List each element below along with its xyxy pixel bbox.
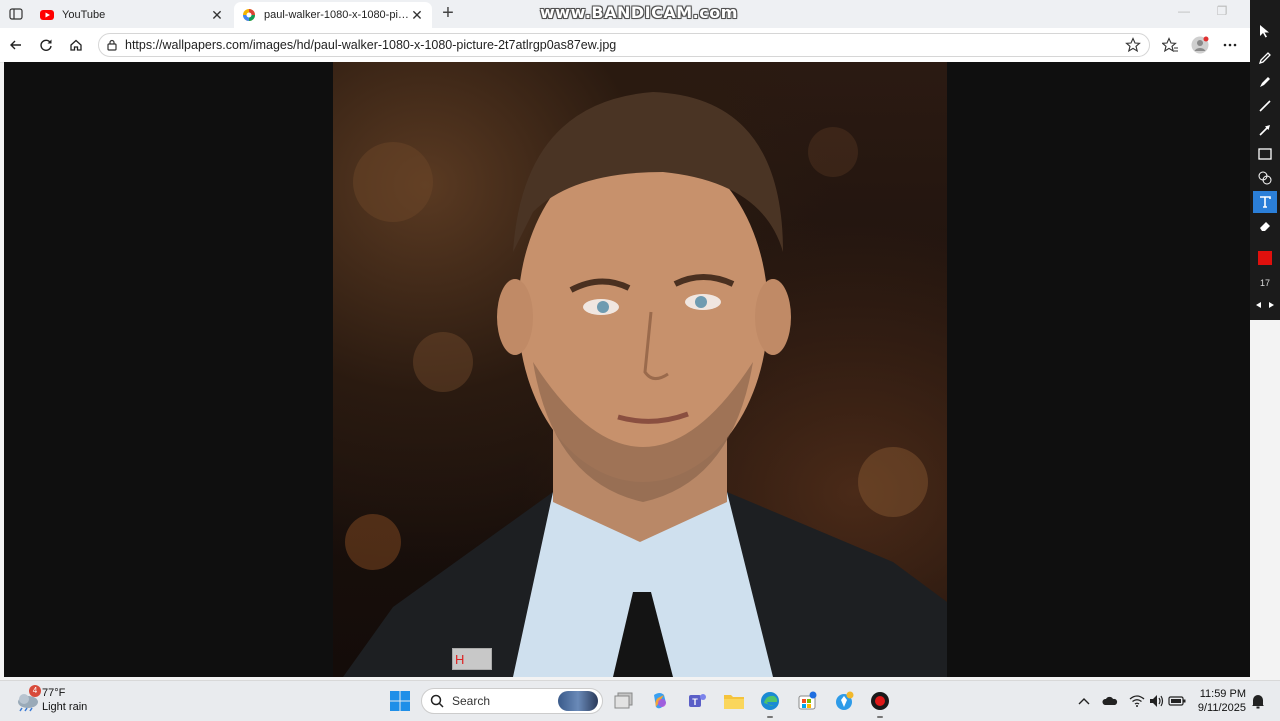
weather-desc: Light rain xyxy=(42,701,88,713)
search-highlight-image xyxy=(558,691,598,711)
weather-temp: 77°F xyxy=(42,687,66,699)
numbering-tool-icon[interactable] xyxy=(1253,167,1277,189)
notifications-icon[interactable] xyxy=(1249,692,1267,710)
refresh-icon[interactable] xyxy=(36,35,56,55)
annotation-text-box[interactable]: H xyxy=(452,648,492,670)
tab-wallpaper[interactable]: paul-walker-1080-x-1080-picture ✕ xyxy=(234,2,432,28)
search-icon xyxy=(430,694,444,708)
taskbar-search[interactable]: Search xyxy=(421,688,603,714)
wifi-icon[interactable] xyxy=(1128,692,1146,710)
maximize-icon[interactable]: ❐ xyxy=(1210,4,1234,24)
more-options-icon[interactable] xyxy=(1220,35,1240,55)
rectangle-tool-icon[interactable] xyxy=(1253,143,1277,165)
show-hidden-icons-icon[interactable] xyxy=(1075,692,1093,710)
new-tab-button[interactable]: + xyxy=(438,3,458,24)
text-tool-icon[interactable] xyxy=(1253,191,1277,213)
cursor-tool-icon[interactable] xyxy=(1253,20,1277,42)
windows-start-icon[interactable] xyxy=(389,690,411,712)
weather-alert-badge: 4 xyxy=(29,685,41,697)
file-explorer-icon[interactable] xyxy=(722,689,746,713)
home-icon[interactable] xyxy=(66,35,86,55)
wallpapers-icon xyxy=(243,9,255,21)
color-swatch[interactable] xyxy=(1258,251,1272,265)
volume-icon[interactable] xyxy=(1148,692,1166,710)
youtube-icon xyxy=(40,10,54,20)
bandicam-record-icon[interactable] xyxy=(868,689,892,718)
annotation-text: H xyxy=(455,652,465,667)
image-viewport: H xyxy=(4,62,1250,677)
arrow-tool-icon[interactable] xyxy=(1253,119,1277,141)
task-view-icon[interactable] xyxy=(612,689,636,713)
onedrive-icon[interactable] xyxy=(1101,692,1119,710)
edge-browser-icon[interactable] xyxy=(758,689,782,718)
search-label: Search xyxy=(452,694,491,708)
portrait-illustration xyxy=(343,92,947,677)
copilot-icon[interactable] xyxy=(648,689,672,713)
minimize-icon[interactable]: — xyxy=(1172,4,1196,24)
tab-title: paul-walker-1080-x-1080-picture xyxy=(264,9,410,21)
browser-toolbar: https://wallpapers.com/images/hd/paul-wa… xyxy=(0,28,1250,63)
system-clock[interactable]: 11:59 PM 9/11/2025 xyxy=(1190,687,1246,715)
clock-date: 9/11/2025 xyxy=(1197,702,1246,714)
line-tool-icon[interactable] xyxy=(1253,95,1277,117)
close-tab-icon[interactable]: ✕ xyxy=(410,7,424,24)
address-bar[interactable]: https://wallpapers.com/images/hd/paul-wa… xyxy=(98,33,1150,57)
store-icon[interactable] xyxy=(795,689,819,713)
collapse-panel-icon[interactable] xyxy=(1253,298,1277,312)
bandicam-draw-panel: 17 xyxy=(1250,0,1280,320)
brush-size[interactable]: 17 xyxy=(1253,278,1277,288)
close-tab-icon[interactable]: ✕ xyxy=(210,7,224,24)
svg-text:T: T xyxy=(692,697,698,707)
tab-youtube[interactable]: YouTube ✕ xyxy=(32,2,232,28)
battery-icon[interactable] xyxy=(1168,692,1186,710)
tab-actions-icon[interactable] xyxy=(4,4,28,24)
highlighter-tool-icon[interactable] xyxy=(1253,71,1277,93)
running-indicator xyxy=(767,716,773,718)
bandicam-watermark: www.BANDICAM.com xyxy=(540,3,738,22)
tab-strip: YouTube ✕ paul-walker-1080-x-1080-pictur… xyxy=(0,0,1250,28)
phone-link-icon[interactable] xyxy=(832,689,856,713)
portrait-photo[interactable] xyxy=(333,62,947,677)
url-text[interactable]: https://wallpapers.com/images/hd/paul-wa… xyxy=(125,38,616,52)
back-icon[interactable] xyxy=(6,35,26,55)
favorites-icon[interactable] xyxy=(1160,35,1180,55)
clock-time: 11:59 PM xyxy=(1199,688,1246,700)
taskbar: 4 77°F Light rain Search T 11:59 PM 9/11… xyxy=(0,680,1280,721)
site-info-icon[interactable] xyxy=(105,38,119,52)
running-indicator xyxy=(877,716,883,718)
add-favorite-icon[interactable] xyxy=(1125,37,1141,53)
eraser-tool-icon[interactable] xyxy=(1253,215,1277,237)
teams-icon[interactable]: T xyxy=(685,689,709,713)
pen-tool-icon[interactable] xyxy=(1253,47,1277,69)
weather-widget[interactable]: 4 77°F Light rain xyxy=(14,685,104,716)
tab-title: YouTube xyxy=(62,9,106,21)
profile-avatar[interactable] xyxy=(1190,35,1210,55)
